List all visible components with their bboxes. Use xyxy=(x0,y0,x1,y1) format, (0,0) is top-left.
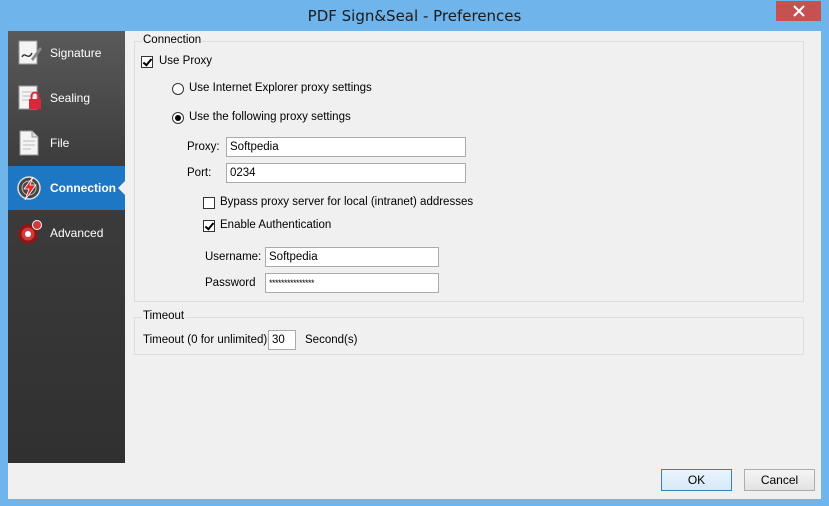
sidebar-item-label: Signature xyxy=(50,46,102,60)
dialog-client-area: Signature Sealing File Connection Advanc… xyxy=(8,31,821,499)
sidebar-item-sealing[interactable]: Sealing xyxy=(8,76,125,120)
username-input[interactable]: Softpedia xyxy=(265,247,439,267)
port-label: Port: xyxy=(187,167,212,179)
close-button[interactable] xyxy=(776,1,821,21)
username-label: Username: xyxy=(205,251,262,263)
signature-icon xyxy=(14,38,44,68)
bypass-label: Bypass proxy server for local (intranet)… xyxy=(220,196,474,208)
ok-button[interactable]: OK xyxy=(661,469,732,491)
proxy-label: Proxy: xyxy=(187,141,220,153)
sidebar-item-connection[interactable]: Connection xyxy=(8,166,125,210)
enable-auth-checkbox[interactable] xyxy=(203,220,215,232)
following-proxy-label: Use the following proxy settings xyxy=(189,111,351,123)
cancel-button[interactable]: Cancel xyxy=(744,469,815,491)
sidebar-item-signature[interactable]: Signature xyxy=(8,31,125,75)
sidebar-item-label: File xyxy=(50,136,70,150)
sidebar-item-label: Sealing xyxy=(50,91,91,105)
connection-group-label: Connection xyxy=(142,34,203,46)
sidebar: Signature Sealing File Connection Advanc… xyxy=(8,31,125,463)
preferences-window: PDF Sign&Seal - Preferences Signature Se… xyxy=(0,0,829,506)
use-proxy-label: Use Proxy xyxy=(159,55,213,67)
sidebar-item-label: Advanced xyxy=(50,226,104,240)
advanced-icon xyxy=(14,218,44,248)
title-bar[interactable]: PDF Sign&Seal - Preferences xyxy=(0,0,829,31)
sealing-icon xyxy=(14,83,44,113)
timeout-unit-label: Second(s) xyxy=(305,334,358,346)
sidebar-item-file[interactable]: File xyxy=(8,121,125,165)
proxy-input[interactable]: Softpedia xyxy=(226,137,466,157)
file-icon xyxy=(14,128,44,158)
ie-proxy-label: Use Internet Explorer proxy settings xyxy=(189,82,372,94)
password-label: Password xyxy=(205,277,256,289)
connection-icon xyxy=(14,173,44,203)
timeout-group: Timeout Timeout (0 for unlimited): 30 Se… xyxy=(134,310,804,355)
sidebar-item-label: Connection xyxy=(50,181,116,195)
enable-auth-label: Enable Authentication xyxy=(220,219,332,231)
password-input[interactable]: *************** xyxy=(265,273,439,293)
following-proxy-radio[interactable] xyxy=(172,112,184,124)
bypass-checkbox[interactable] xyxy=(203,197,215,209)
timeout-input[interactable]: 30 xyxy=(268,330,296,350)
timeout-group-label: Timeout xyxy=(142,310,186,322)
sidebar-item-advanced[interactable]: Advanced xyxy=(8,211,125,255)
timeout-label: Timeout (0 for unlimited): xyxy=(143,334,271,346)
use-proxy-checkbox[interactable] xyxy=(141,56,153,68)
connection-group: Connection Use Proxy Use Internet Explor… xyxy=(134,34,804,302)
close-icon xyxy=(792,5,805,17)
port-input[interactable]: 0234 xyxy=(226,163,466,183)
ie-proxy-radio[interactable] xyxy=(172,83,184,95)
window-title: PDF Sign&Seal - Preferences xyxy=(307,7,522,25)
